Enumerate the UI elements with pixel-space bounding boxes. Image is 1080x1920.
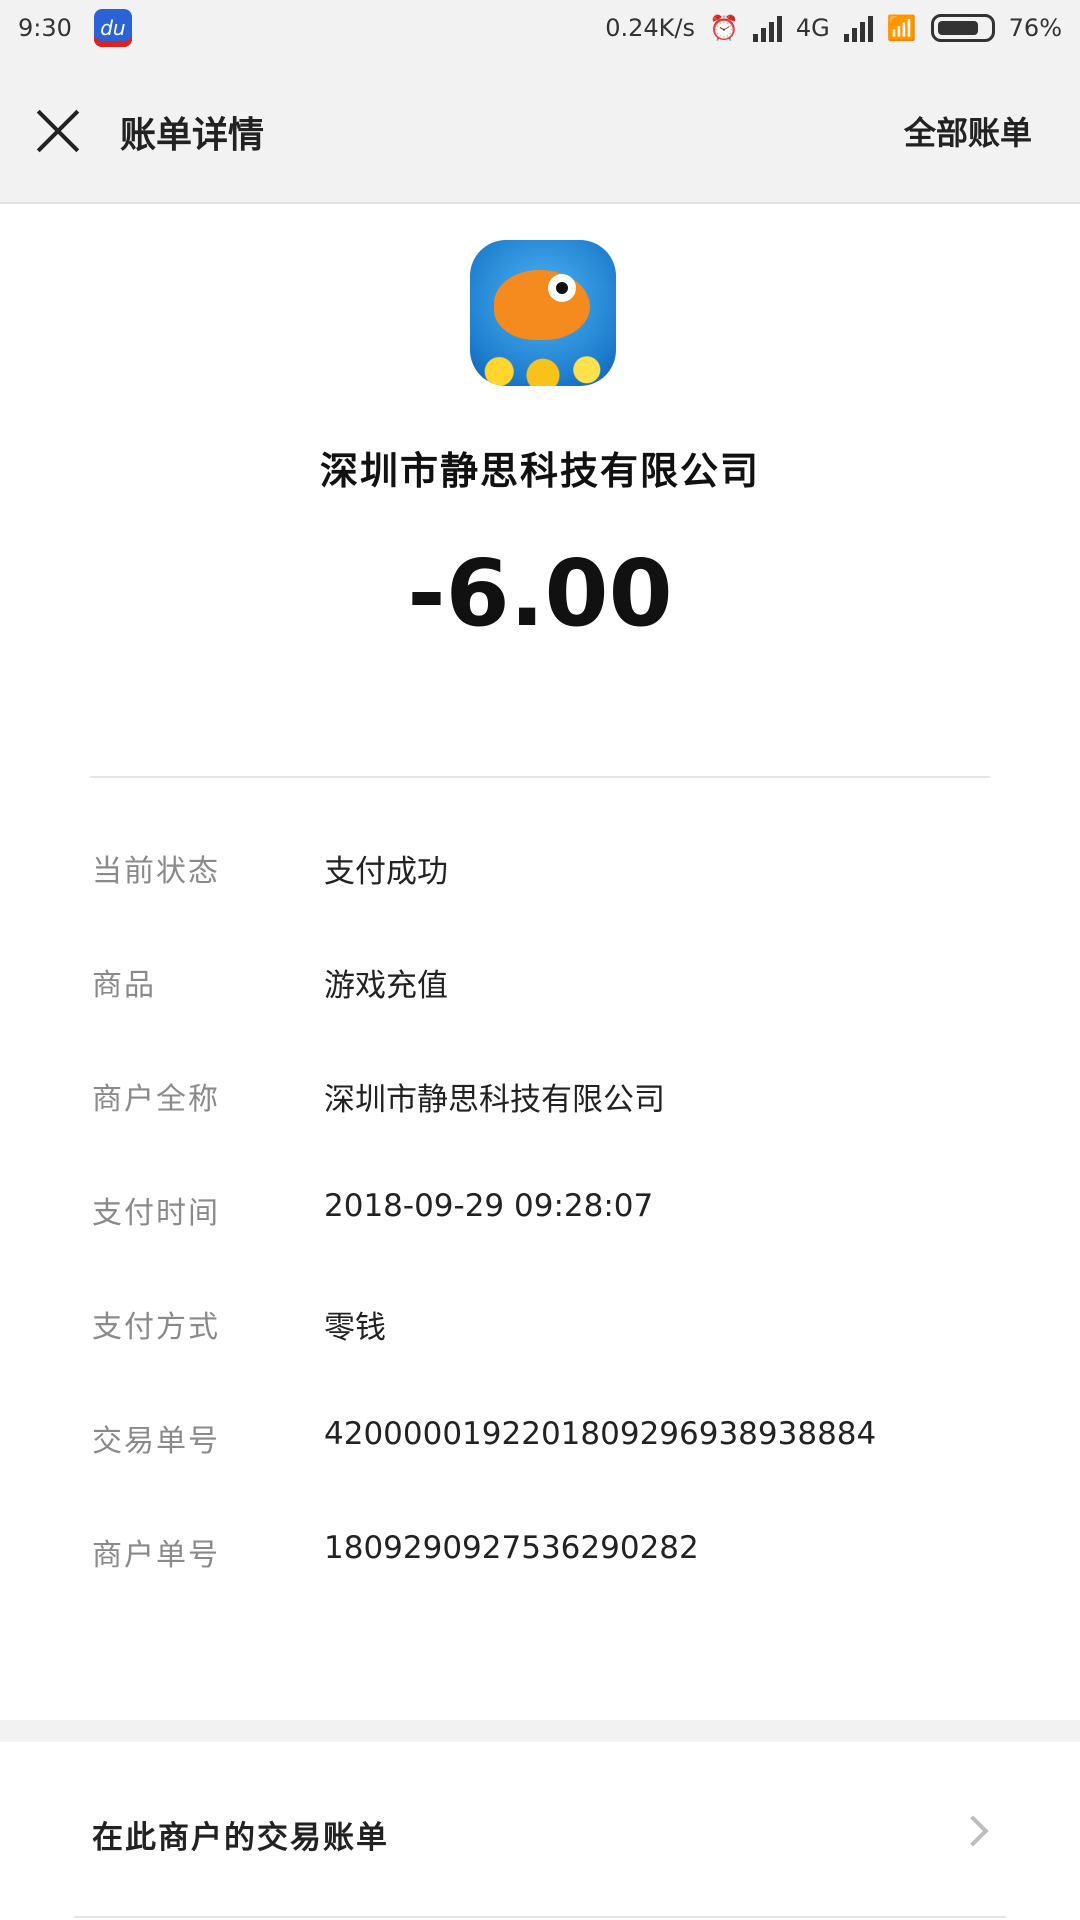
app-notification-icon: du: [93, 9, 132, 47]
detail-row-product: 商品 游戏充值: [0, 960, 1080, 1020]
divider: [90, 776, 990, 778]
detail-row-status: 当前状态 支付成功: [0, 846, 1080, 906]
network-speed: 0.24K/s: [605, 14, 695, 42]
detail-row-merchant-order-id: 商户单号 1809290927536290282: [0, 1530, 1080, 1590]
all-bills-link[interactable]: 全部账单: [904, 108, 1032, 154]
close-icon[interactable]: [34, 106, 84, 156]
detail-label: 支付时间: [92, 1196, 220, 1231]
divider: [74, 1916, 1006, 1918]
detail-row-payment-method: 支付方式 零钱: [0, 1302, 1080, 1362]
battery-icon: [930, 14, 995, 42]
detail-value: 零钱: [324, 1310, 386, 1346]
alarm-icon: ⏰: [709, 14, 739, 42]
detail-row-merchant-fullname: 商户全称 深圳市静思科技有限公司: [0, 1074, 1080, 1134]
detail-value: 4200000192201809296938938884: [324, 1416, 877, 1452]
page-title: 账单详情: [120, 115, 265, 156]
status-bar-right: 0.24K/s ⏰ 4G 📶 76%: [605, 14, 1062, 42]
fish-eye: [548, 274, 576, 302]
fish-icon: [494, 270, 590, 340]
battery-percent: 76%: [1008, 14, 1062, 42]
merchant-logo: [470, 240, 616, 386]
merchant-bills-label: 在此商户的交易账单: [92, 1820, 389, 1856]
detail-label: 商户全称: [92, 1082, 220, 1117]
app-header: 账单详情 全部账单: [0, 56, 1080, 204]
status-bar-left: 9:30 du: [18, 9, 132, 47]
transaction-amount: -6.00: [407, 540, 673, 647]
status-time: 9:30: [18, 14, 72, 42]
signal-icon: [752, 14, 782, 42]
detail-value: 1809290927536290282: [324, 1530, 699, 1566]
chevron-right-icon: [957, 1815, 989, 1847]
detail-row-transaction-id: 交易单号 4200000192201809296938938884: [0, 1416, 1080, 1476]
detail-value: 游戏充值: [324, 968, 448, 1004]
detail-label: 交易单号: [92, 1424, 220, 1459]
detail-label: 支付方式: [92, 1310, 220, 1345]
detail-value: 2018-09-29 09:28:07: [324, 1188, 654, 1224]
status-bar: 9:30 du 0.24K/s ⏰ 4G 📶 76%: [0, 0, 1080, 56]
detail-label: 商品: [92, 968, 156, 1003]
signal-icon-2: [843, 14, 873, 42]
detail-row-payment-time: 支付时间 2018-09-29 09:28:07: [0, 1188, 1080, 1248]
detail-label: 当前状态: [92, 854, 220, 889]
coins-decoration: [470, 350, 616, 386]
detail-value: 支付成功: [324, 854, 448, 890]
merchant-bills-link[interactable]: 在此商户的交易账单: [0, 1742, 1080, 1920]
detail-value: 深圳市静思科技有限公司: [324, 1082, 665, 1118]
detail-label: 商户单号: [92, 1538, 220, 1573]
wifi-icon: 📶: [886, 14, 917, 42]
merchant-name: 深圳市静思科技有限公司: [319, 449, 760, 493]
section-gap: [0, 1720, 1080, 1742]
network-type: 4G: [795, 14, 830, 42]
